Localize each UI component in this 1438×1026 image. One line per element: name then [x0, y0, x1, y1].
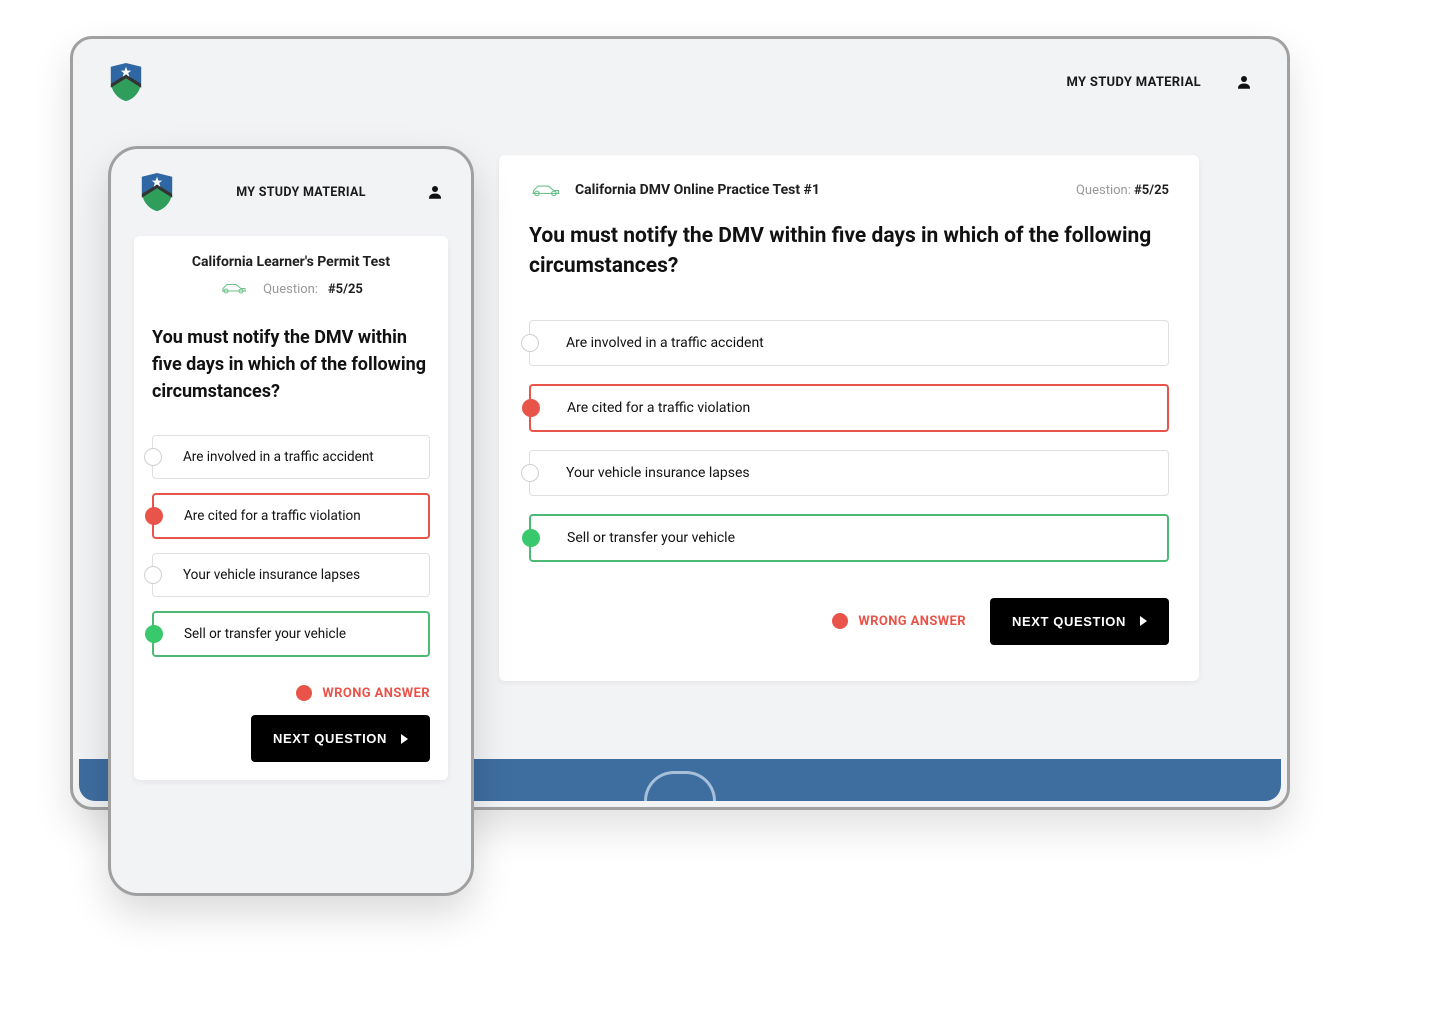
user-icon[interactable]	[426, 183, 444, 201]
answer-text: Are cited for a traffic violation	[184, 508, 361, 524]
answer-option[interactable]: Are cited for a traffic violation	[529, 384, 1169, 432]
car-icon	[529, 181, 563, 199]
logo-shield-icon[interactable]	[107, 61, 145, 103]
answer-list: Are involved in a traffic accident Are c…	[152, 435, 430, 657]
quiz-card-header: California DMV Online Practice Test #1 Q…	[529, 181, 1169, 199]
next-question-button[interactable]: NEXT QUESTION	[990, 598, 1169, 645]
car-icon	[219, 280, 253, 298]
answer-option[interactable]: Sell or transfer your vehicle	[529, 514, 1169, 562]
answer-list: Are involved in a traffic accident Are c…	[529, 320, 1169, 562]
mobile-header: MY STUDY MATERIAL	[118, 156, 464, 228]
radio-dot-icon	[521, 464, 539, 482]
answer-text: Sell or transfer your vehicle	[567, 530, 735, 546]
study-material-link[interactable]: MY STUDY MATERIAL	[1067, 75, 1202, 90]
radio-dot-icon	[145, 507, 163, 525]
quiz-card: California DMV Online Practice Test #1 Q…	[499, 155, 1199, 681]
wrong-answer-badge: WRONG ANSWER	[296, 685, 430, 701]
wrong-dot-icon	[832, 613, 848, 629]
answer-option[interactable]: Sell or transfer your vehicle	[152, 611, 430, 657]
radio-dot-icon	[144, 448, 162, 466]
card-footer: WRONG ANSWER NEXT QUESTION	[529, 598, 1169, 645]
answer-text: Are involved in a traffic accident	[183, 449, 374, 465]
question-count: Question: #5/25	[1076, 183, 1169, 198]
study-material-link[interactable]: MY STUDY MATERIAL	[236, 185, 366, 200]
mobile-device-frame: MY STUDY MATERIAL California Learner's P…	[108, 146, 474, 896]
answer-option[interactable]: Are cited for a traffic violation	[152, 493, 430, 539]
wrong-answer-badge: WRONG ANSWER	[832, 613, 966, 629]
question-count: Question: #5/25	[152, 280, 430, 298]
next-question-button[interactable]: NEXT QUESTION	[251, 715, 430, 762]
mobile-screen: MY STUDY MATERIAL California Learner's P…	[118, 156, 464, 886]
answer-option[interactable]: Are involved in a traffic accident	[152, 435, 430, 479]
desktop-header: MY STUDY MATERIAL	[79, 45, 1281, 119]
chevron-right-icon	[401, 734, 408, 744]
answer-text: Your vehicle insurance lapses	[183, 567, 360, 583]
quiz-card: California Learner's Permit Test Questio…	[134, 236, 448, 780]
question-text: You must notify the DMV within five days…	[152, 324, 430, 405]
radio-dot-icon	[521, 334, 539, 352]
quiz-title: California Learner's Permit Test	[152, 254, 430, 270]
answer-option[interactable]: Are involved in a traffic accident	[529, 320, 1169, 366]
chevron-right-icon	[1140, 616, 1147, 626]
answer-text: Your vehicle insurance lapses	[566, 465, 750, 481]
answer-text: Sell or transfer your vehicle	[184, 626, 346, 642]
logo-shield-icon[interactable]	[138, 171, 176, 213]
footer-arc-icon	[644, 771, 716, 801]
answer-option[interactable]: Your vehicle insurance lapses	[529, 450, 1169, 496]
quiz-title: California DMV Online Practice Test #1	[575, 182, 820, 198]
radio-dot-icon	[144, 566, 162, 584]
user-icon[interactable]	[1235, 73, 1253, 91]
answer-text: Are involved in a traffic accident	[566, 335, 764, 351]
radio-dot-icon	[145, 625, 163, 643]
answer-text: Are cited for a traffic violation	[567, 400, 750, 416]
radio-dot-icon	[522, 399, 540, 417]
wrong-dot-icon	[296, 685, 312, 701]
radio-dot-icon	[522, 529, 540, 547]
question-text: You must notify the DMV within five days…	[529, 221, 1169, 282]
answer-option[interactable]: Your vehicle insurance lapses	[152, 553, 430, 597]
